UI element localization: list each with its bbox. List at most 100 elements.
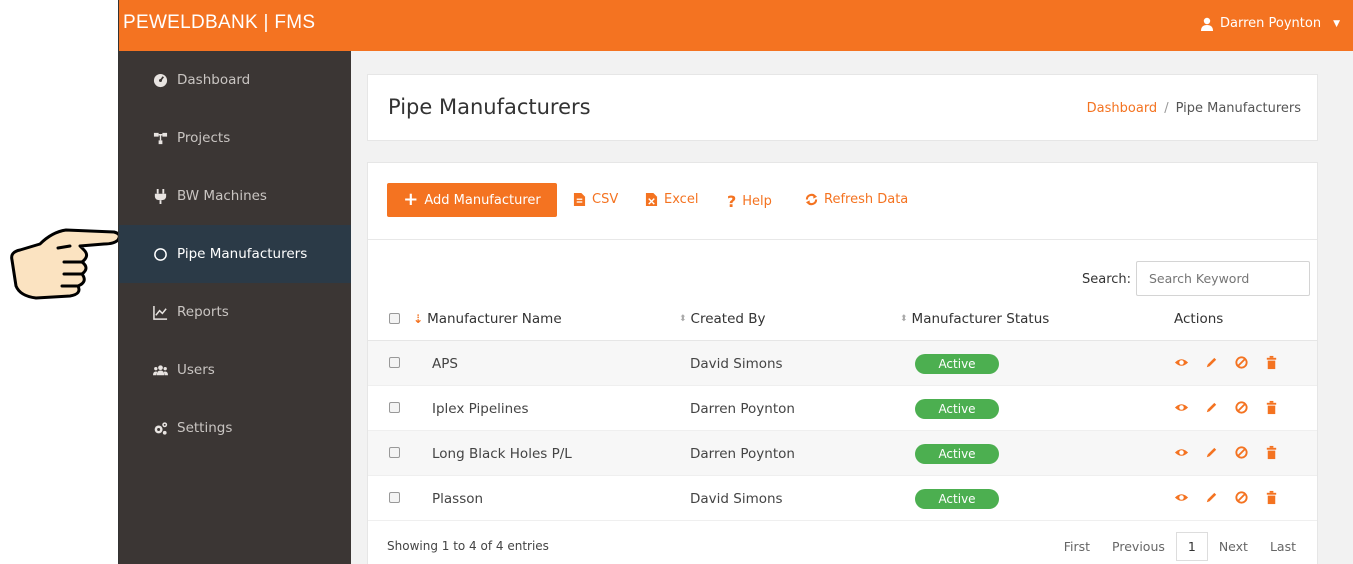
add-manufacturer-label: Add Manufacturer bbox=[424, 192, 541, 208]
table-row: APS David Simons Active bbox=[368, 341, 1317, 386]
file-excel-icon bbox=[645, 193, 658, 206]
created-by: Darren Poynton bbox=[690, 446, 795, 462]
page-header: Pipe Manufacturers Dashboard / Pipe Manufa… bbox=[367, 74, 1318, 141]
toolbar: + Add Manufacturer CSV Excel ? Help Refr… bbox=[368, 163, 1317, 240]
page-next-link[interactable]: Next bbox=[1208, 539, 1259, 554]
line-chart-icon bbox=[150, 305, 170, 320]
delete-trash-icon[interactable] bbox=[1264, 490, 1279, 505]
excel-button[interactable]: Excel bbox=[645, 192, 698, 207]
view-eye-icon[interactable] bbox=[1174, 445, 1189, 460]
sidebar: Dashboard Projects BW Machines Pipe Manu… bbox=[119, 51, 351, 564]
edit-pencil-icon[interactable] bbox=[1204, 355, 1219, 370]
table-row: Plasson David Simons Active bbox=[368, 476, 1317, 521]
sidebar-item-bw-machines[interactable]: BW Machines bbox=[119, 167, 351, 225]
sort-icon: ⬍ bbox=[900, 314, 908, 324]
disable-ban-icon[interactable] bbox=[1234, 490, 1249, 505]
disable-ban-icon[interactable] bbox=[1234, 355, 1249, 370]
sidebar-item-reports[interactable]: Reports bbox=[119, 283, 351, 341]
select-all-checkbox[interactable] bbox=[389, 313, 400, 324]
disable-ban-icon[interactable] bbox=[1234, 400, 1249, 415]
breadcrumb-current: Pipe Manufacturers bbox=[1175, 101, 1301, 116]
delete-trash-icon[interactable] bbox=[1264, 445, 1279, 460]
excel-label: Excel bbox=[664, 192, 699, 207]
breadcrumb-separator: / bbox=[1164, 101, 1169, 116]
edit-pencil-icon[interactable] bbox=[1204, 400, 1219, 415]
csv-label: CSV bbox=[592, 192, 619, 207]
question-icon: ? bbox=[727, 192, 737, 211]
dashboard-gauge-icon bbox=[150, 73, 170, 88]
sidebar-item-label: Users bbox=[177, 362, 215, 378]
table-row: Iplex Pipelines Darren Poynton Active bbox=[368, 386, 1317, 431]
sidebar-item-label: BW Machines bbox=[177, 188, 267, 204]
table-info: Showing 1 to 4 of 4 entries bbox=[387, 539, 549, 553]
breadcrumb: Dashboard / Pipe Manufacturers bbox=[1087, 101, 1301, 116]
view-eye-icon[interactable] bbox=[1174, 490, 1189, 505]
status-badge: Active bbox=[915, 444, 999, 464]
column-header-label: Actions bbox=[1174, 311, 1224, 327]
status-badge: Active bbox=[915, 354, 999, 374]
add-manufacturer-button[interactable]: + Add Manufacturer bbox=[387, 183, 557, 217]
column-header-created-by[interactable]: ⬍ Created By bbox=[679, 311, 766, 327]
main-content: Pipe Manufacturers Dashboard / Pipe Manufa… bbox=[351, 51, 1353, 564]
help-label: Help bbox=[742, 194, 772, 209]
breadcrumb-home-link[interactable]: Dashboard bbox=[1087, 101, 1158, 116]
sort-icon: ⬍ bbox=[679, 314, 687, 324]
disable-ban-icon[interactable] bbox=[1234, 445, 1249, 460]
sort-desc-icon: ⇣ bbox=[413, 312, 424, 326]
page-previous-link[interactable]: Previous bbox=[1101, 539, 1176, 554]
row-checkbox[interactable] bbox=[389, 357, 400, 368]
brand-title[interactable]: PEWELDBANK | FMS bbox=[123, 12, 315, 34]
status-badge: Active bbox=[915, 489, 999, 509]
view-eye-icon[interactable] bbox=[1174, 355, 1189, 370]
user-menu[interactable]: Darren Poynton ▼ bbox=[1200, 16, 1340, 31]
page-current[interactable]: 1 bbox=[1175, 532, 1208, 561]
sidebar-item-label: Projects bbox=[177, 130, 231, 146]
help-button[interactable]: ? Help bbox=[727, 192, 772, 211]
refresh-data-button[interactable]: Refresh Data bbox=[805, 192, 908, 207]
refresh-icon bbox=[805, 193, 818, 206]
sidebar-item-label: Reports bbox=[177, 304, 229, 320]
sidebar-item-pipe-manufacturers[interactable]: Pipe Manufacturers bbox=[119, 225, 351, 283]
manufacturer-name: Iplex Pipelines bbox=[432, 401, 529, 417]
edit-pencil-icon[interactable] bbox=[1204, 445, 1219, 460]
sidebar-item-dashboard[interactable]: Dashboard bbox=[119, 51, 351, 109]
view-eye-icon[interactable] bbox=[1174, 400, 1189, 415]
refresh-label: Refresh Data bbox=[824, 192, 909, 207]
user-icon bbox=[1201, 17, 1213, 31]
page-first-link[interactable]: First bbox=[1053, 539, 1101, 554]
delete-trash-icon[interactable] bbox=[1264, 355, 1279, 370]
sidebar-item-users[interactable]: Users bbox=[119, 341, 351, 399]
delete-trash-icon[interactable] bbox=[1264, 400, 1279, 415]
csv-button[interactable]: CSV bbox=[573, 192, 618, 207]
edit-pencil-icon[interactable] bbox=[1204, 490, 1219, 505]
manufacturer-name: Long Black Holes P/L bbox=[432, 446, 572, 462]
table-header: ⇣ Manufacturer Name ⬍ Created By ⬍ Manuf… bbox=[368, 297, 1317, 341]
created-by: David Simons bbox=[690, 356, 783, 372]
pagination: First Previous 1 Next Last bbox=[1053, 532, 1307, 561]
sidebar-item-projects[interactable]: Projects bbox=[119, 109, 351, 167]
column-header-label: Manufacturer Name bbox=[427, 311, 562, 327]
column-header-manufacturer-status[interactable]: ⬍ Manufacturer Status bbox=[900, 311, 1049, 327]
top-navbar: PEWELDBANK | FMS Darren Poynton ▼ bbox=[119, 0, 1353, 51]
cogs-icon bbox=[150, 421, 170, 436]
status-badge: Active bbox=[915, 399, 999, 419]
manufacturer-name: APS bbox=[432, 356, 458, 372]
file-csv-icon bbox=[573, 193, 586, 206]
sidebar-item-settings[interactable]: Settings bbox=[119, 399, 351, 457]
sidebar-item-label: Dashboard bbox=[177, 72, 251, 88]
manufacturers-card: + Add Manufacturer CSV Excel ? Help Refr… bbox=[367, 162, 1318, 564]
page-last-link[interactable]: Last bbox=[1259, 539, 1307, 554]
row-checkbox[interactable] bbox=[389, 492, 400, 503]
column-header-label: Manufacturer Status bbox=[911, 311, 1050, 327]
sitemap-icon bbox=[150, 131, 170, 146]
row-checkbox[interactable] bbox=[389, 447, 400, 458]
manufacturer-name: Plasson bbox=[432, 491, 484, 507]
column-header-manufacturer-name[interactable]: ⇣ Manufacturer Name bbox=[413, 311, 562, 327]
search-input[interactable] bbox=[1136, 261, 1310, 296]
app-window: PEWELDBANK | FMS Darren Poynton ▼ Dashbo… bbox=[118, 0, 1353, 564]
sidebar-item-label: Pipe Manufacturers bbox=[177, 246, 308, 262]
search-label: Search: bbox=[1082, 272, 1132, 287]
row-checkbox[interactable] bbox=[389, 402, 400, 413]
table-row: Long Black Holes P/L Darren Poynton Acti… bbox=[368, 431, 1317, 476]
row-actions bbox=[1174, 355, 1279, 370]
